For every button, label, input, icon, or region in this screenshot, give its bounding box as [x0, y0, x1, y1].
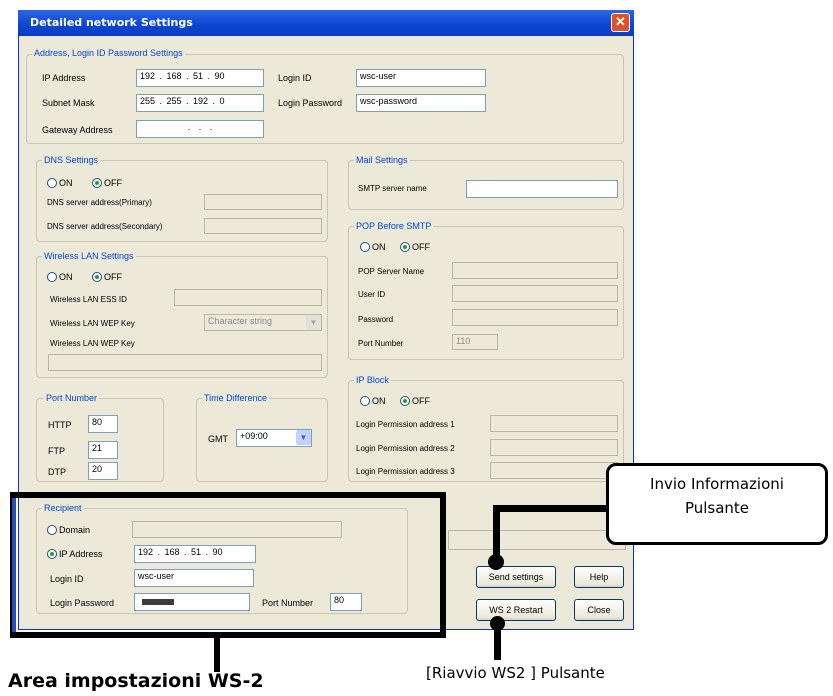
dns-secondary-field[interactable] — [204, 218, 322, 234]
help-button[interactable]: Help — [574, 566, 624, 588]
gateway-address-label: Gateway Address — [42, 125, 113, 135]
wlan-wepkey-label: Wireless LAN WEP Key — [50, 319, 135, 328]
callout-pointer-dot — [488, 554, 504, 570]
callout-connector-vertical — [493, 505, 500, 561]
wlan-wepkey-select[interactable]: Character string — [204, 314, 322, 331]
subnet-mask-label: Subnet Mask — [42, 98, 95, 108]
pop-off-label: OFF — [412, 242, 430, 252]
restart-caption: [Riavvio WS2 ] Pulsante — [426, 664, 605, 682]
dns-on-radio[interactable] — [47, 178, 57, 188]
ip-block-on-label: ON — [372, 396, 386, 406]
dtp-label: DTP — [48, 467, 66, 477]
pop-server-label: POP Server Name — [358, 267, 425, 276]
pop-user-id-label: User ID — [358, 290, 386, 299]
wlan-on-radio[interactable] — [47, 272, 57, 282]
port-group-title: Port Number — [44, 393, 100, 403]
wlan-on-label: ON — [59, 272, 73, 282]
pop-port-label: Port Number — [358, 339, 404, 348]
dns-on-label: ON — [59, 178, 73, 188]
permission-address-1-label: Login Permission address 1 — [356, 420, 455, 429]
pop-on-label: ON — [372, 242, 386, 252]
permission-address-3-field[interactable] — [490, 462, 618, 479]
ip-address-label: IP Address — [42, 73, 86, 83]
area-pointer-line — [214, 636, 220, 672]
wlan-off-label: OFF — [104, 272, 122, 282]
wlan-essid-field[interactable] — [174, 289, 322, 306]
permission-address-2-field[interactable] — [490, 439, 618, 456]
send-callout-line1: Invio Informazioni — [650, 475, 784, 493]
permission-address-1-field[interactable] — [490, 415, 618, 432]
dns-off-label: OFF — [104, 178, 122, 188]
ip-block-on-radio[interactable] — [360, 396, 370, 406]
permission-address-2-label: Login Permission address 2 — [356, 444, 455, 453]
ip-block-group-title: IP Block — [354, 375, 391, 385]
chevron-down-icon[interactable]: ▼ — [306, 315, 321, 330]
time-group-title: Time Difference — [202, 393, 270, 403]
ip-block-off-label: OFF — [412, 396, 430, 406]
login-id-label: Login ID — [278, 73, 312, 83]
close-icon[interactable]: ✕ — [611, 13, 630, 32]
ip-address-field[interactable]: 192 . 168 . 51 . 90 — [136, 69, 264, 87]
restart-pointer-line — [494, 626, 501, 660]
pop-port-field[interactable]: 110 — [452, 334, 498, 350]
subnet-mask-field[interactable]: 255 . 255 . 192 . 0 — [136, 94, 264, 112]
dns-off-radio[interactable] — [92, 178, 102, 188]
wlan-essid-label: Wireless LAN ESS ID — [50, 295, 127, 304]
pop-user-id-field[interactable] — [452, 285, 618, 302]
gateway-address-field[interactable]: . . . — [136, 120, 264, 138]
ftp-port-field[interactable]: 21 — [88, 441, 118, 459]
pop-off-radio[interactable] — [400, 242, 410, 252]
status-field — [448, 530, 626, 550]
gmt-select-value: +09:00 — [240, 431, 268, 441]
http-label: HTTP — [48, 420, 72, 430]
pop-group-title: POP Before SMTP — [354, 221, 434, 231]
mail-group-title: Mail Settings — [354, 155, 410, 165]
close-button[interactable]: Close — [574, 599, 624, 621]
dns-primary-field[interactable] — [204, 194, 322, 210]
chevron-down-icon[interactable]: ▼ — [296, 430, 311, 445]
pop-server-field[interactable] — [452, 262, 618, 279]
callout-connector-horizontal — [493, 505, 607, 512]
pop-password-field[interactable] — [452, 309, 618, 326]
dns-primary-label: DNS server address(Primary) — [47, 198, 152, 207]
wlan-off-radio[interactable] — [92, 272, 102, 282]
send-info-callout: Invio Informazioni Pulsante — [606, 463, 828, 545]
ip-block-off-radio[interactable] — [400, 396, 410, 406]
pop-password-label: Password — [358, 315, 394, 324]
wlan-wepkey-field[interactable] — [48, 354, 322, 371]
send-callout-line2: Pulsante — [684, 499, 750, 517]
dialog-title: Detailed network Settings — [30, 16, 193, 29]
gmt-label: GMT — [208, 434, 228, 444]
smtp-server-label: SMTP server name — [358, 184, 427, 193]
wlan-group-title: Wireless LAN Settings — [42, 251, 136, 261]
smtp-server-field[interactable] — [466, 180, 618, 198]
send-settings-button[interactable]: Send settings — [476, 566, 556, 588]
ftp-label: FTP — [48, 446, 65, 456]
wlan-wepkey-select-value: Character string — [208, 316, 273, 326]
ws2-area-highlight — [10, 492, 446, 638]
dns-secondary-label: DNS server address(Secondary) — [47, 222, 163, 231]
dns-group-title: DNS Settings — [42, 155, 101, 165]
area-caption: Area impostazioni WS-2 — [8, 670, 264, 692]
login-password-field[interactable]: wsc-password — [356, 94, 486, 112]
dtp-port-field[interactable]: 20 — [88, 462, 118, 480]
login-id-field[interactable]: wsc-user — [356, 69, 486, 87]
ws2-restart-button[interactable]: WS 2 Restart — [476, 599, 556, 621]
login-password-label: Login Password — [278, 98, 343, 108]
ws2-area-accent — [12, 498, 16, 632]
permission-address-3-label: Login Permission address 3 — [356, 467, 455, 476]
address-group-title: Address, Login ID Password Settings — [32, 48, 185, 58]
wlan-wepkey2-label: Wireless LAN WEP Key — [50, 339, 135, 348]
http-port-field[interactable]: 80 — [88, 415, 118, 433]
pop-on-radio[interactable] — [360, 242, 370, 252]
